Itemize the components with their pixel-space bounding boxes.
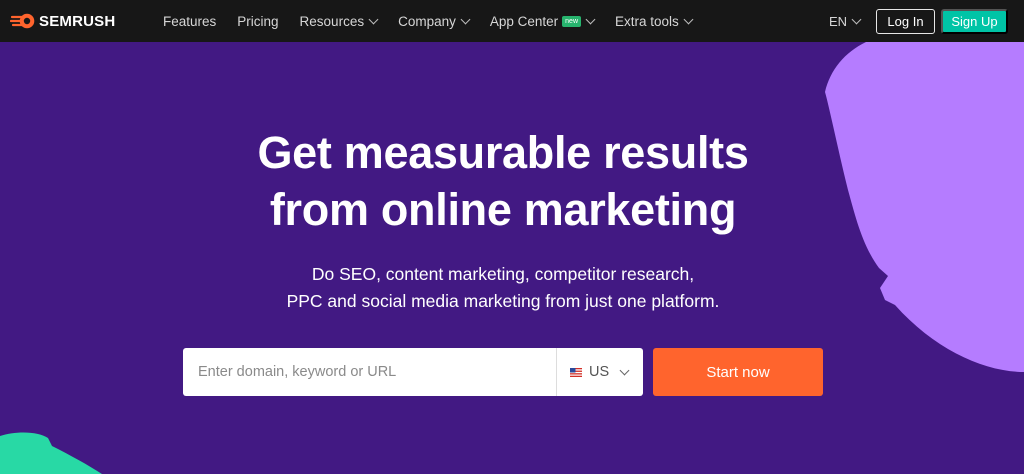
- green-blob: [0, 432, 102, 474]
- new-badge: new: [562, 15, 581, 27]
- semrush-fire-icon: [10, 13, 35, 29]
- country-selector[interactable]: US: [557, 348, 643, 396]
- hero-title-line-2: from online marketing: [269, 184, 737, 235]
- start-now-button[interactable]: Start now: [653, 348, 823, 396]
- nav-item-label: Resources: [299, 13, 365, 29]
- chevron-down-icon: [460, 14, 471, 24]
- hero-subtitle: Do SEO, content marketing, competitor re…: [0, 261, 1006, 315]
- nav-item-extra-tools[interactable]: Extra tools: [615, 13, 694, 29]
- nav-item-resources[interactable]: Resources: [299, 13, 379, 29]
- language-label: EN: [829, 13, 848, 29]
- top-navbar: SEMRUSH Features Pricing Resources Compa…: [0, 0, 1024, 42]
- nav-item-label: Pricing: [237, 13, 279, 29]
- search-box: US: [183, 348, 643, 396]
- hero-title: Get measurable results from online marke…: [0, 124, 1006, 238]
- logo-text: SEMRUSH: [39, 12, 116, 30]
- hero-subtitle-line-2: PPC and social media marketing from just…: [286, 291, 720, 311]
- nav-item-company[interactable]: Company: [398, 13, 471, 29]
- chevron-down-icon: [368, 14, 379, 24]
- language-selector[interactable]: EN: [829, 0, 862, 42]
- chevron-down-icon: [619, 365, 630, 375]
- chevron-down-icon: [683, 14, 694, 24]
- country-label: US: [589, 364, 610, 380]
- nav-item-label: Extra tools: [615, 13, 679, 29]
- us-flag-icon: [570, 367, 582, 377]
- chevron-down-icon: [585, 14, 596, 24]
- nav-item-label: Company: [398, 13, 456, 29]
- hero-title-line-1: Get measurable results: [257, 127, 749, 178]
- chevron-down-icon: [851, 14, 862, 24]
- login-button[interactable]: Log In: [876, 9, 935, 34]
- search-input[interactable]: [183, 348, 556, 396]
- hero-subtitle-line-1: Do SEO, content marketing, competitor re…: [311, 264, 695, 284]
- nav-item-app-center[interactable]: App Center new: [489, 13, 596, 29]
- main-nav: Features Pricing Resources Company App C…: [163, 0, 713, 42]
- nav-item-label: Features: [163, 13, 217, 29]
- semrush-logo[interactable]: SEMRUSH: [10, 11, 115, 31]
- nav-item-pricing[interactable]: Pricing: [237, 14, 278, 29]
- signup-button[interactable]: Sign Up: [941, 9, 1008, 34]
- nav-item-label: App Center: [489, 13, 559, 29]
- nav-item-features[interactable]: Features: [163, 14, 216, 29]
